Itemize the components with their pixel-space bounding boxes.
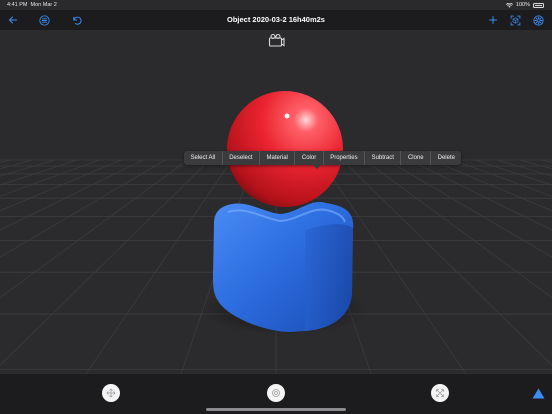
- nav-bar: Object 2020-03-2 16h40m2s: [0, 10, 552, 30]
- home-indicator: [206, 408, 346, 411]
- scan-icon[interactable]: [507, 12, 523, 28]
- menu-item-deselect[interactable]: Deselect: [223, 151, 261, 165]
- red-sphere[interactable]: [227, 91, 343, 207]
- menu-item-color[interactable]: Color: [295, 151, 324, 165]
- camera-icon[interactable]: [268, 33, 285, 47]
- menu-item-subtract[interactable]: Subtract: [365, 151, 402, 165]
- add-icon[interactable]: [485, 12, 501, 28]
- scale-button[interactable]: [431, 384, 449, 402]
- battery-percent: 100%: [515, 2, 530, 8]
- status-bar: 4:41 PM Mon Mar 2 100%: [0, 0, 552, 10]
- status-right: 100%: [505, 2, 544, 8]
- status-time: 4:41 PM: [7, 2, 28, 8]
- scale-icon: [436, 389, 444, 397]
- menu-item-clone[interactable]: Clone: [401, 151, 432, 165]
- 3d-scene[interactable]: [0, 30, 552, 374]
- settings-icon[interactable]: [530, 12, 546, 28]
- rotate-icon: [272, 389, 280, 397]
- page-title: Object 2020-03-2 16h40m2s: [227, 15, 325, 24]
- menu-item-delete[interactable]: Delete: [431, 151, 461, 165]
- status-time-date: 4:41 PM Mon Mar 2: [7, 2, 57, 8]
- bottom-toolbar: [0, 374, 552, 414]
- move-icon: [106, 388, 116, 398]
- status-date: Mon Mar 2: [30, 2, 57, 8]
- rotate-button[interactable]: [267, 384, 285, 402]
- menu-item-select-all[interactable]: Select All: [184, 151, 223, 165]
- context-menu-pointer: [313, 165, 321, 169]
- battery-icon: [533, 2, 544, 8]
- sphere-highlight: [284, 113, 290, 119]
- menu-item-properties[interactable]: Properties: [324, 151, 366, 165]
- triangle-up-icon[interactable]: [532, 388, 545, 399]
- context-menu: Select All Deselect Material Color Propertie…: [184, 151, 462, 165]
- wifi-icon: [505, 2, 513, 8]
- menu-item-material[interactable]: Material: [260, 151, 296, 165]
- move-button[interactable]: [102, 384, 120, 402]
- 3d-viewport[interactable]: Select All Deselect Material Color Propertie…: [0, 30, 552, 374]
